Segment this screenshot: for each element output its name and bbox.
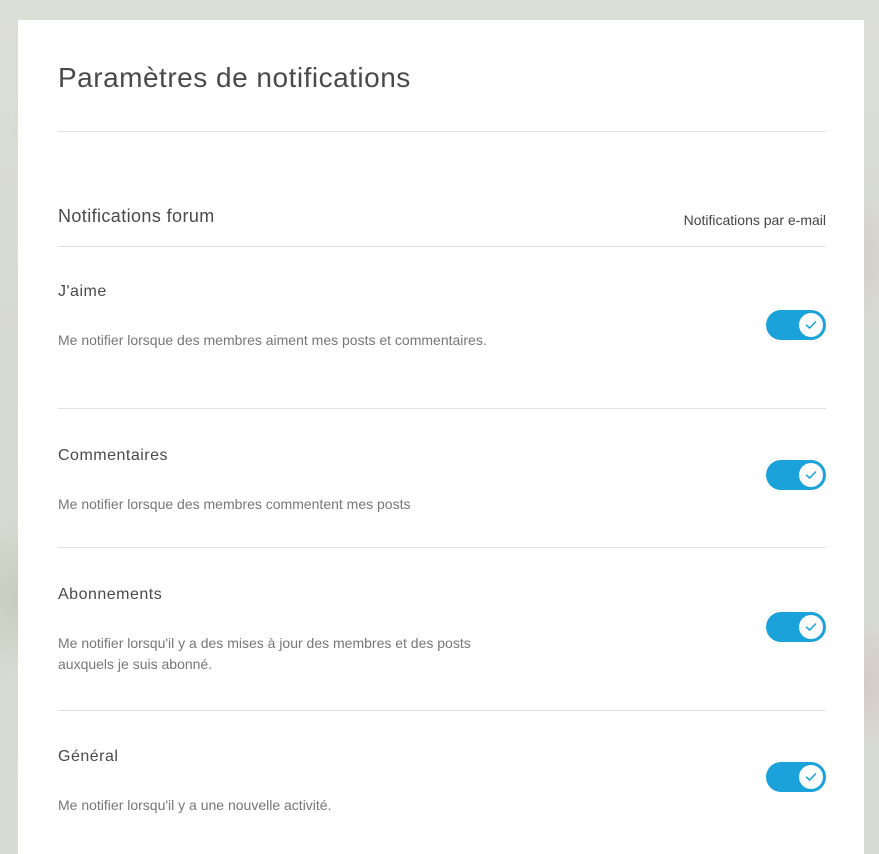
general-email-toggle[interactable] xyxy=(766,762,826,792)
comments-email-toggle[interactable] xyxy=(766,460,826,490)
likes-email-toggle[interactable] xyxy=(766,310,826,340)
email-column-label: Notifications par e-mail xyxy=(683,212,826,228)
check-icon xyxy=(805,773,817,781)
setting-subscriptions: Abonnements Me notifier lorsqu'il y a de… xyxy=(58,586,826,672)
setting-divider xyxy=(58,710,826,711)
setting-description: Me notifier lorsqu'il y a une nouvelle a… xyxy=(58,797,332,813)
page-title: Paramètres de notifications xyxy=(58,62,411,93)
setting-description: Me notifier lorsque des membres commente… xyxy=(58,496,411,512)
setting-title: Général xyxy=(58,748,119,765)
setting-description: Me notifier lorsque des membres aiment m… xyxy=(58,332,487,348)
toggle-knob xyxy=(799,313,823,337)
setting-divider xyxy=(58,408,826,409)
toggle-knob xyxy=(799,615,823,639)
setting-divider xyxy=(58,547,826,548)
toggle-knob xyxy=(799,463,823,487)
subscriptions-email-toggle[interactable] xyxy=(766,612,826,642)
setting-general: Général Me notifier lorsqu'il y a une no… xyxy=(58,748,826,813)
section-divider xyxy=(58,246,826,247)
section-label: Notifications forum xyxy=(58,206,215,226)
title-divider xyxy=(58,131,826,132)
toggle-knob xyxy=(799,765,823,789)
check-icon xyxy=(805,471,817,479)
notification-settings-panel: Paramètres de notifications Notification… xyxy=(18,20,864,854)
setting-comments: Commentaires Me notifier lorsque des mem… xyxy=(58,447,826,512)
setting-likes: J'aime Me notifier lorsque des membres a… xyxy=(58,283,826,348)
setting-title: Commentaires xyxy=(58,447,169,464)
setting-description: Me notifier lorsqu'il y a des mises à jo… xyxy=(58,635,471,672)
check-icon xyxy=(805,623,817,631)
setting-title: Abonnements xyxy=(58,586,163,603)
check-icon xyxy=(805,321,817,329)
setting-title: J'aime xyxy=(58,283,107,300)
